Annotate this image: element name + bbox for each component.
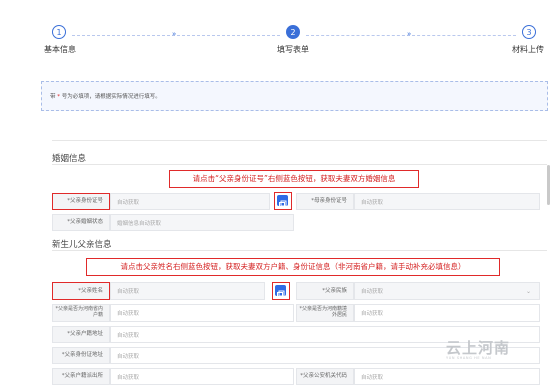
- father-name-field[interactable]: 自动获取: [110, 282, 265, 300]
- divider: [52, 140, 547, 141]
- required-notice: 带 * 号为必填项，请根据实际情况进行填写。: [41, 81, 548, 111]
- father-ethnicity-select[interactable]: 自动获取 ⌄: [354, 282, 540, 300]
- step-3-label[interactable]: 材料上传: [512, 44, 544, 55]
- mother-id-field[interactable]: 自动获取: [354, 193, 540, 210]
- divider: [52, 250, 547, 251]
- section-title-marriage: 婚姻信息: [52, 154, 87, 164]
- step-1-circle[interactable]: 1: [52, 25, 66, 39]
- father-ethnicity-value: 自动获取: [361, 289, 384, 295]
- father-ethnicity-label: *父亲民族: [296, 282, 354, 300]
- step-2-circle[interactable]: 2: [286, 25, 300, 39]
- chevron-right-icon: »: [172, 30, 177, 38]
- fetch-marriage-button[interactable]: [274, 192, 292, 210]
- father-police-code-label: *父亲公安机关代码: [296, 368, 354, 385]
- father-name-label: *父亲姓名: [52, 282, 110, 300]
- father-henan-hukou-field[interactable]: 自动获取: [110, 304, 294, 322]
- father-marital-field[interactable]: 婚姻信息自动获取: [110, 214, 294, 231]
- scrollbar[interactable]: [547, 165, 550, 205]
- step-1-label[interactable]: 基本信息: [44, 44, 76, 55]
- section-title-father: 新生儿父亲信息: [52, 240, 112, 250]
- father-id-address-label: *父亲身份证地址: [52, 347, 110, 364]
- father-marital-label: *父亲婚姻状态: [52, 214, 110, 231]
- father-police-code-field[interactable]: 自动获取: [354, 368, 540, 385]
- father-callout: 请点击父亲姓名右侧蓝色按钮，获取夫妻双方户籍、身份证信息（非河南省户籍，请手动补…: [86, 258, 500, 276]
- father-id-label: *父亲身份证号: [52, 193, 110, 210]
- father-hukou-office-label: *父亲户籍派出所: [52, 368, 110, 385]
- divider: [52, 164, 547, 165]
- chevron-down-icon: ⌄: [525, 287, 531, 295]
- copy-icon: [277, 195, 288, 208]
- father-id-field[interactable]: 自动获取: [110, 193, 270, 210]
- father-foreign-resident-field[interactable]: 自动获取: [354, 304, 540, 322]
- marriage-callout: 请点击“父亲身份证号”右侧蓝色按钮，获取夫妻双方婚姻信息: [169, 170, 419, 188]
- watermark-logo: 云上河南 YUN SHANG HE NAN: [446, 339, 511, 360]
- father-foreign-resident-label: *父亲是否为河南籍境外居民: [296, 304, 354, 322]
- step-2-label[interactable]: 填写表单: [277, 44, 309, 55]
- father-henan-hukou-label: *父亲是否为河南省内户籍: [52, 304, 110, 322]
- father-hukou-address-label: *父亲户籍地址: [52, 326, 110, 343]
- chevron-right-icon: »: [407, 30, 412, 38]
- notice-text: 带 * 号为必填项，请根据实际情况进行填写。: [50, 94, 161, 100]
- step-3-circle[interactable]: 3: [522, 25, 536, 39]
- fetch-household-button[interactable]: [272, 282, 290, 300]
- father-hukou-office-field[interactable]: 自动获取: [110, 368, 294, 385]
- copy-icon: [275, 285, 286, 298]
- mother-id-label: *母亲身份证号: [296, 193, 354, 210]
